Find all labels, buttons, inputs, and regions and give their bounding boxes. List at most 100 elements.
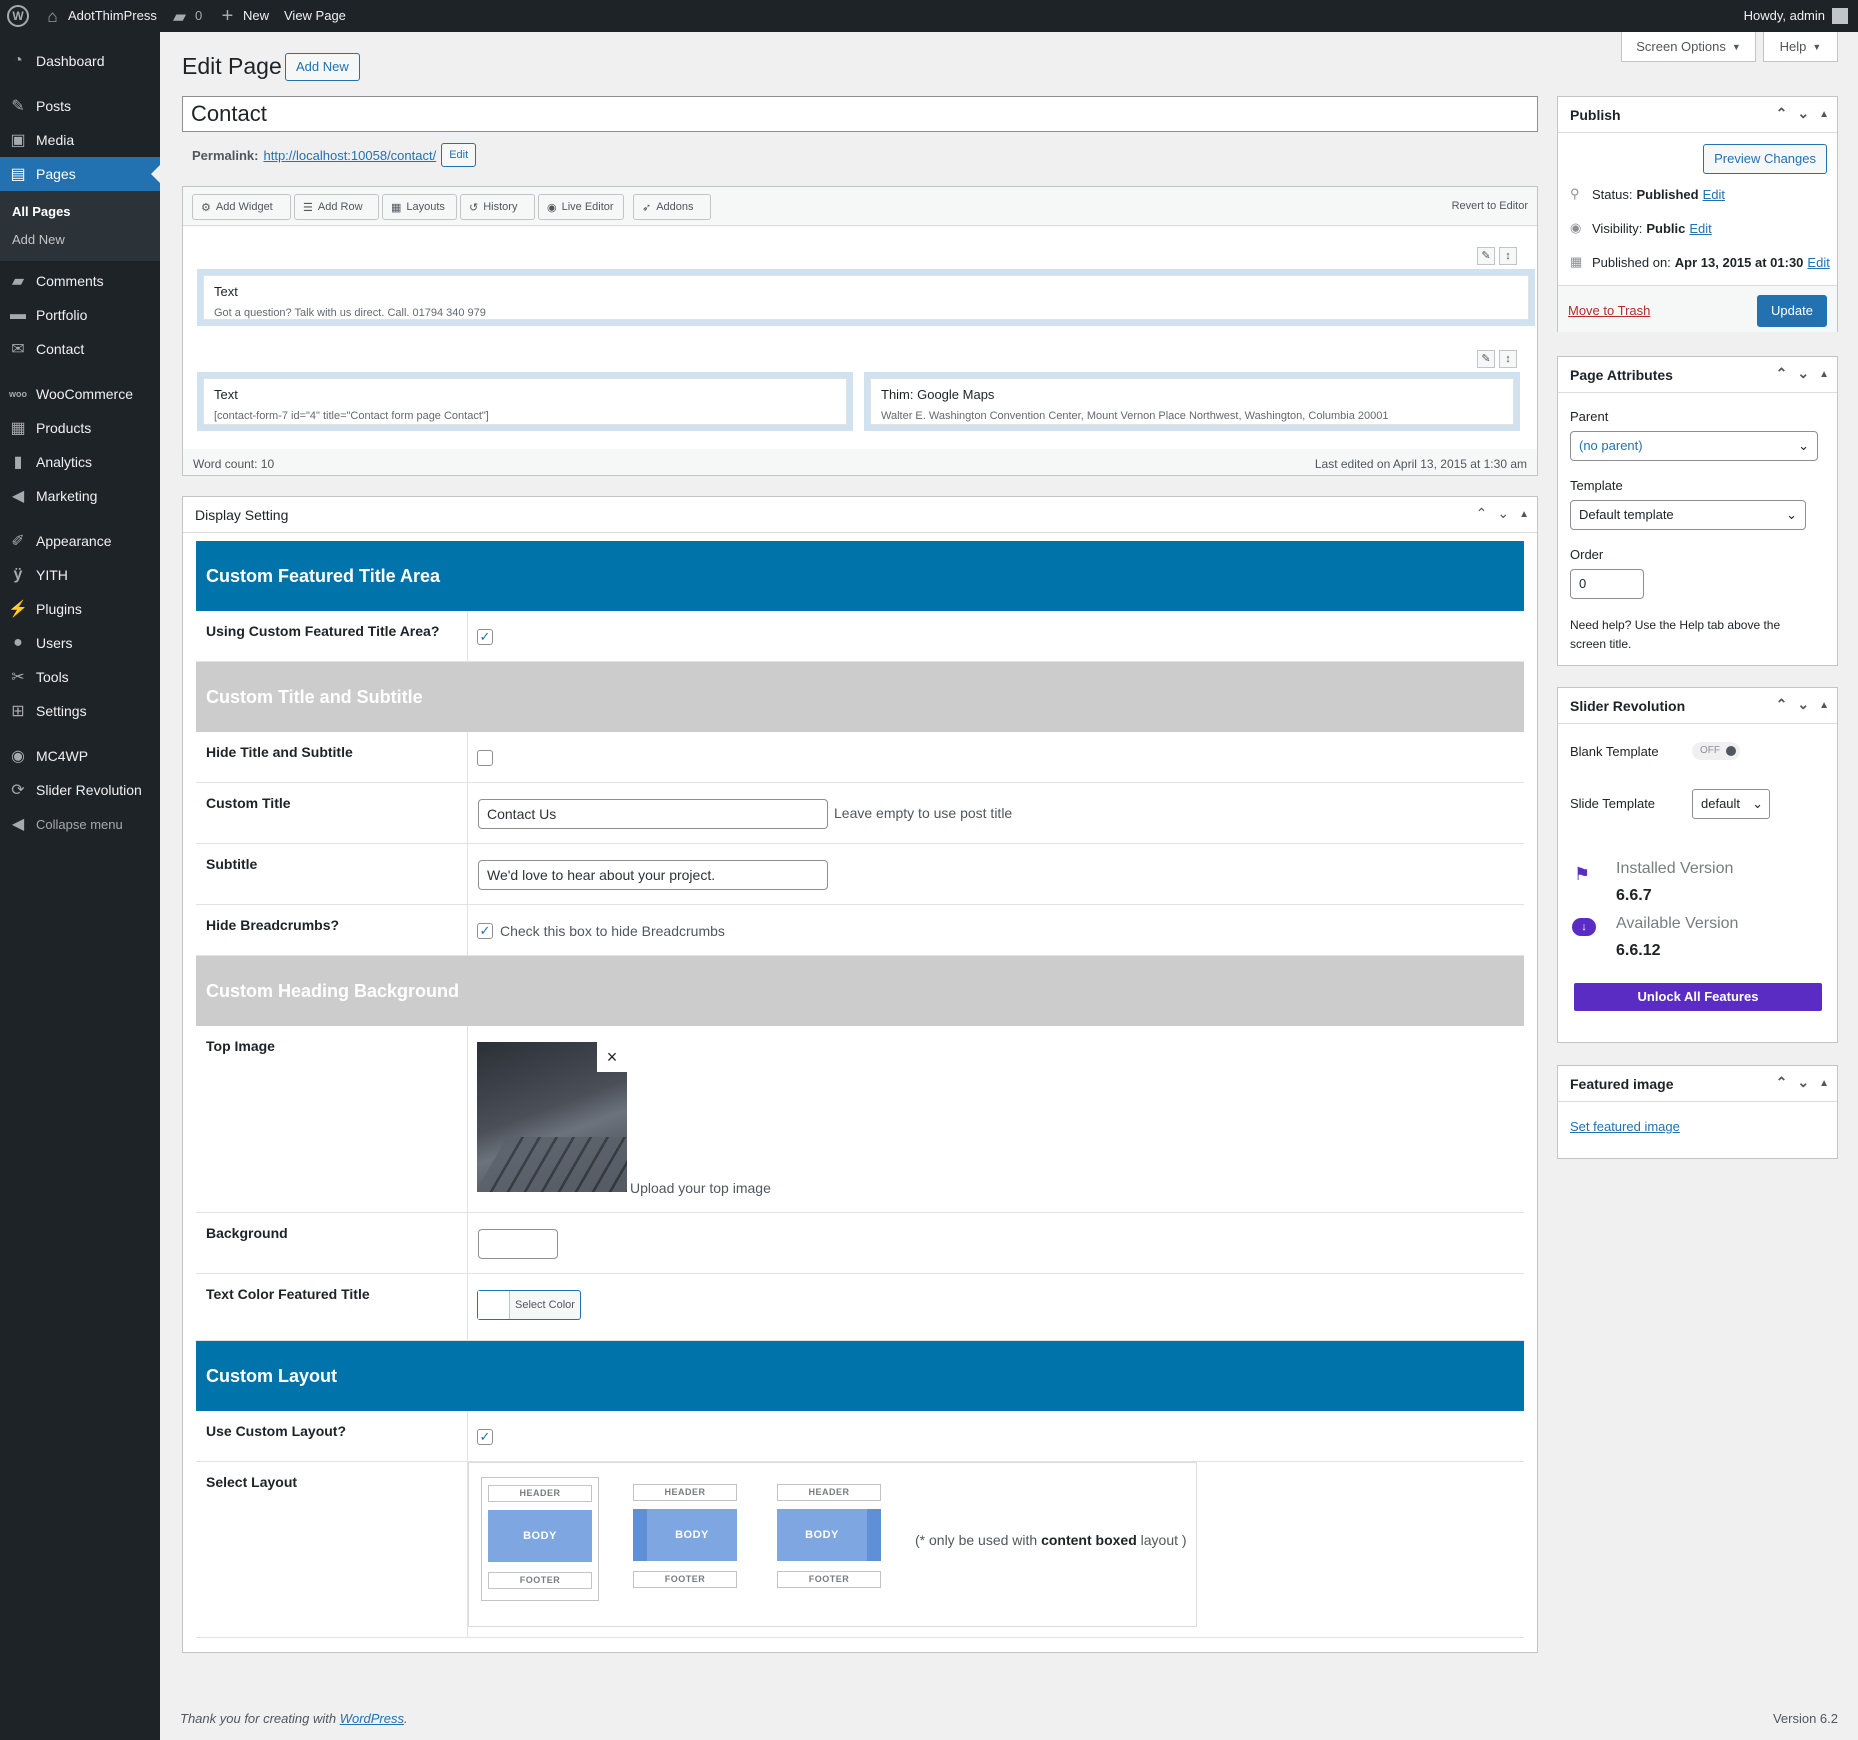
- layout-option-left-sidebar[interactable]: HEADER BODY FOOTER: [627, 1477, 745, 1601]
- account-menu[interactable]: Howdy, admin: [1744, 0, 1848, 32]
- move-icon[interactable]: ↕: [1499, 350, 1517, 368]
- add-row-button[interactable]: ☰ Add Row: [294, 194, 379, 220]
- select-color-button[interactable]: Select Color: [477, 1290, 581, 1320]
- preview-changes-button[interactable]: Preview Changes: [1703, 144, 1827, 174]
- add-new-button[interactable]: Add New: [285, 53, 360, 81]
- set-featured-image-link[interactable]: Set featured image: [1570, 1119, 1680, 1134]
- background-input[interactable]: [478, 1229, 558, 1259]
- site-name-link[interactable]: ⌂ AdotThimPress: [44, 0, 157, 32]
- menu-mc4wp[interactable]: ◉ MC4WP: [0, 739, 160, 773]
- menu-marketing[interactable]: ◀ Marketing: [0, 479, 160, 513]
- menu-users[interactable]: ● Users: [0, 626, 160, 660]
- wordpress-link[interactable]: WordPress: [340, 1711, 404, 1726]
- layouts-button[interactable]: ▦ Layouts: [382, 194, 457, 220]
- toggle-panel-icon[interactable]: ▲: [1519, 505, 1529, 525]
- slide-template-select[interactable]: default ⌄: [1692, 789, 1770, 819]
- toggle-panel-icon[interactable]: ▲: [1819, 1074, 1829, 1094]
- menu-woocommerce[interactable]: woo WooCommerce: [0, 377, 160, 411]
- move-to-trash-link[interactable]: Move to Trash: [1568, 303, 1650, 318]
- flag-icon: ⚑: [1574, 864, 1591, 884]
- widget-text-2[interactable]: Text [contact-form-7 id="4" title="Contac…: [197, 372, 853, 431]
- widget-google-maps[interactable]: Thim: Google Maps Walter E. Washington Co…: [864, 372, 1520, 431]
- row-using-custom-title-area: Using Custom Featured Title Area? ✓: [196, 611, 1524, 662]
- hide-breadcrumbs-checkbox[interactable]: ✓: [477, 923, 493, 939]
- move-up-icon[interactable]: ⌃: [1776, 696, 1788, 716]
- menu-plugins[interactable]: ⚡ Plugins: [0, 592, 160, 626]
- move-down-icon[interactable]: ⌄: [1797, 105, 1809, 125]
- menu-tools[interactable]: ✂ Tools: [0, 660, 160, 694]
- wrench-icon[interactable]: ✎: [1477, 247, 1495, 265]
- post-title-input[interactable]: Contact: [182, 96, 1538, 132]
- live-editor-button[interactable]: ◉ Live Editor: [538, 194, 624, 220]
- installed-version: 6.6.7: [1616, 887, 1652, 904]
- move-down-icon[interactable]: ⌄: [1797, 365, 1809, 385]
- menu-media[interactable]: ▣ Media: [0, 123, 160, 157]
- move-up-icon[interactable]: ⌃: [1476, 505, 1488, 525]
- move-up-icon[interactable]: ⌃: [1776, 365, 1788, 385]
- hide-title-checkbox[interactable]: [477, 750, 493, 766]
- menu-analytics[interactable]: ▮ Analytics: [0, 445, 160, 479]
- move-up-icon[interactable]: ⌃: [1776, 1074, 1788, 1094]
- custom-title-input[interactable]: Contact Us: [478, 799, 828, 829]
- toggle-panel-icon[interactable]: ▲: [1819, 696, 1829, 716]
- layout-option-right-sidebar[interactable]: HEADER BODY FOOTER: [771, 1477, 889, 1601]
- remove-image-button[interactable]: ×: [597, 1042, 627, 1072]
- toggle-panel-icon[interactable]: ▲: [1819, 105, 1829, 125]
- permalink-edit-button[interactable]: Edit: [441, 143, 477, 167]
- use-custom-layout-checkbox[interactable]: ✓: [477, 1429, 493, 1445]
- add-widget-button[interactable]: ⚙ Add Widget: [192, 194, 291, 220]
- menu-appearance[interactable]: ✐ Appearance: [0, 524, 160, 558]
- menu-yith[interactable]: ÿ YITH: [0, 558, 160, 592]
- menu-portfolio[interactable]: ▬ Portfolio: [0, 298, 160, 332]
- page-attributes-box: Page Attributes ⌃ ⌄ ▲ Parent (no parent) ⌄ …: [1557, 356, 1838, 666]
- new-content-link[interactable]: + New: [219, 0, 269, 32]
- menu-pages[interactable]: ▤ Pages: [0, 157, 160, 191]
- blank-template-toggle[interactable]: OFF: [1692, 742, 1740, 760]
- move-icon[interactable]: ↕: [1499, 247, 1517, 265]
- menu-products[interactable]: ▦ Products: [0, 411, 160, 445]
- parent-select[interactable]: (no parent) ⌄: [1570, 431, 1818, 461]
- move-down-icon[interactable]: ⌄: [1797, 1074, 1809, 1094]
- comment-icon: ▰: [11, 273, 25, 290]
- unlock-all-features-button[interactable]: Unlock All Features: [1574, 983, 1822, 1011]
- menu-contact[interactable]: ✉ Contact: [0, 332, 160, 366]
- help-button[interactable]: Help ▼: [1763, 32, 1838, 62]
- move-up-icon[interactable]: ⌃: [1776, 105, 1788, 125]
- menu-slider-revolution[interactable]: ⟳ Slider Revolution: [0, 773, 160, 807]
- move-down-icon[interactable]: ⌄: [1497, 505, 1509, 525]
- menu-settings[interactable]: ⊞ Settings: [0, 694, 160, 728]
- view-page-link[interactable]: View Page: [284, 0, 346, 32]
- comments-link[interactable]: ▰ 0: [171, 0, 202, 32]
- submenu-add-new[interactable]: Add New: [12, 232, 65, 247]
- wrench-icon[interactable]: ✎: [1477, 350, 1495, 368]
- screen-options-button[interactable]: Screen Options ▼: [1621, 32, 1756, 62]
- update-button[interactable]: Update: [1757, 295, 1827, 327]
- row-2-controls: ✎ ↕: [1477, 350, 1517, 368]
- permalink-link[interactable]: http://localhost:10058/contact/: [263, 148, 436, 163]
- revert-to-editor-link[interactable]: Revert to Editor: [1452, 200, 1528, 212]
- order-input[interactable]: 0: [1570, 569, 1644, 599]
- collapse-menu-button[interactable]: ◀ Collapse menu: [0, 807, 160, 841]
- footer-version: Version 6.2: [1772, 1711, 1838, 1726]
- plus-icon: +: [221, 4, 234, 27]
- visibility-edit-link[interactable]: Edit: [1689, 221, 1711, 236]
- rocket-icon: ➶: [642, 201, 652, 214]
- submenu-all-pages[interactable]: All Pages: [12, 204, 71, 219]
- layout-option-full[interactable]: HEADER BODY FOOTER: [481, 1477, 599, 1601]
- last-edited: Last edited on April 13, 2015 at 1:30 am: [1314, 457, 1527, 471]
- history-button[interactable]: ↺ History: [460, 194, 535, 220]
- publish-title: Publish: [1570, 106, 1621, 123]
- published-edit-link[interactable]: Edit: [1807, 255, 1829, 270]
- using-custom-title-area-checkbox[interactable]: ✓: [477, 629, 493, 645]
- template-select[interactable]: Default template ⌄: [1570, 500, 1806, 530]
- menu-dashboard[interactable]: ◔ Dashboard: [0, 44, 160, 78]
- subtitle-input[interactable]: We'd love to hear about your project.: [478, 860, 828, 890]
- widget-text-1[interactable]: Text Got a question? Talk with us direct.…: [197, 269, 1535, 326]
- wordpress-logo-icon[interactable]: W: [7, 0, 29, 32]
- addons-button[interactable]: ➶ Addons: [633, 194, 711, 220]
- move-down-icon[interactable]: ⌄: [1797, 696, 1809, 716]
- menu-posts[interactable]: ✎ Posts: [0, 89, 160, 123]
- status-edit-link[interactable]: Edit: [1703, 187, 1725, 202]
- menu-comments[interactable]: ▰ Comments: [0, 264, 160, 298]
- toggle-panel-icon[interactable]: ▲: [1819, 365, 1829, 385]
